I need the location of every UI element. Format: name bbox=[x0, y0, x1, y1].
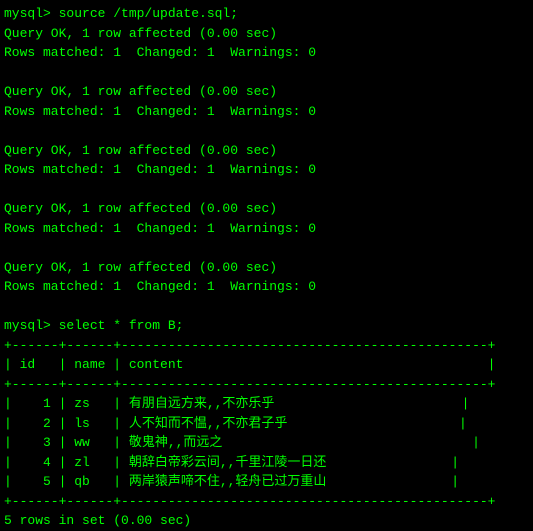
table-border: +------+------+-------------------------… bbox=[4, 492, 529, 512]
blank-line bbox=[4, 238, 529, 258]
blank-line bbox=[4, 121, 529, 141]
table-header: | id | name | content | bbox=[4, 355, 529, 375]
table-row: | 3 | ww | 敬鬼神,,而远之 | bbox=[4, 433, 529, 453]
table-row: | 5 | qb | 两岸猿声啼不住,,轻舟已过万重山 | bbox=[4, 472, 529, 492]
table-row: | 1 | zs | 有朋自远方来,,不亦乐乎 | bbox=[4, 394, 529, 414]
query-ok: Query OK, 1 row affected (0.00 sec) bbox=[4, 258, 529, 278]
rows-matched: Rows matched: 1 Changed: 1 Warnings: 0 bbox=[4, 43, 529, 63]
blank-line bbox=[4, 297, 529, 317]
table-row: | 2 | ls | 人不知而不愠,,不亦君子乎 | bbox=[4, 414, 529, 434]
table-row: | 4 | zl | 朝辞白帝彩云间,,千里江陵一日还 | bbox=[4, 453, 529, 473]
table-border: +------+------+-------------------------… bbox=[4, 375, 529, 395]
query-ok: Query OK, 1 row affected (0.00 sec) bbox=[4, 82, 529, 102]
rows-matched: Rows matched: 1 Changed: 1 Warnings: 0 bbox=[4, 160, 529, 180]
mysql-prompt-source: mysql> source /tmp/update.sql; bbox=[4, 4, 529, 24]
rows-matched: Rows matched: 1 Changed: 1 Warnings: 0 bbox=[4, 102, 529, 122]
blank-line bbox=[4, 180, 529, 200]
mysql-prompt-select: mysql> select * from B; bbox=[4, 316, 529, 336]
query-ok: Query OK, 1 row affected (0.00 sec) bbox=[4, 199, 529, 219]
blank-line bbox=[4, 63, 529, 83]
result-footer: 5 rows in set (0.00 sec) bbox=[4, 511, 529, 531]
query-ok: Query OK, 1 row affected (0.00 sec) bbox=[4, 141, 529, 161]
rows-matched: Rows matched: 1 Changed: 1 Warnings: 0 bbox=[4, 277, 529, 297]
query-ok: Query OK, 1 row affected (0.00 sec) bbox=[4, 24, 529, 44]
rows-matched: Rows matched: 1 Changed: 1 Warnings: 0 bbox=[4, 219, 529, 239]
table-border: +------+------+-------------------------… bbox=[4, 336, 529, 356]
